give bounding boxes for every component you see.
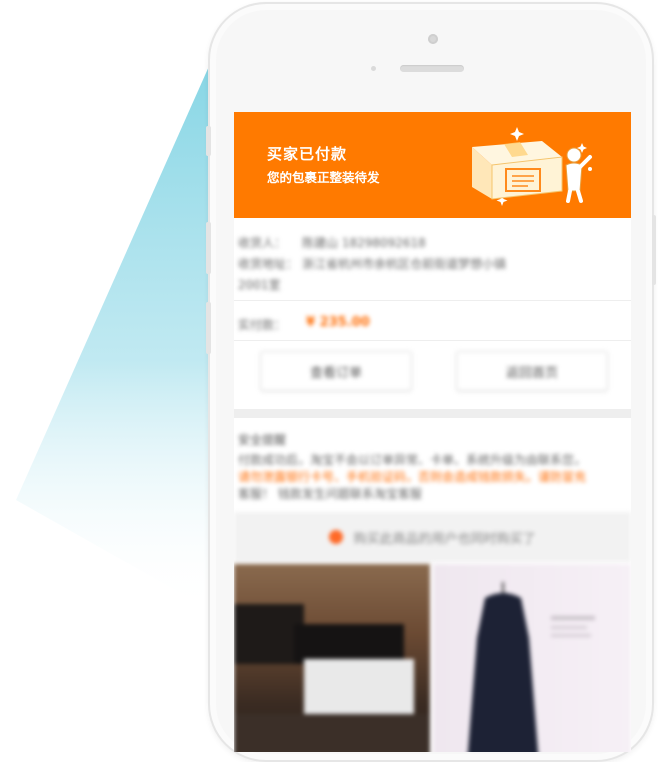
recommendation-text: 购买此商品的用户也同时购买了: [353, 531, 536, 547]
address-label: 收货地址：: [238, 257, 299, 271]
address-value-cont: 2001室: [238, 278, 281, 292]
receiver-value: 陈建山 18298092618: [302, 236, 426, 250]
notice-line-3: 客服！ 钱款发生问题联系淘宝客服: [238, 487, 422, 501]
product-photo-handbags: [234, 604, 430, 752]
product-image[interactable]: [433, 564, 631, 752]
phone-volume-up: [206, 222, 211, 274]
divider: [234, 340, 631, 341]
proximity-sensor: [371, 66, 376, 71]
view-order-button[interactable]: 查看订单: [260, 351, 412, 391]
app-screen: 买家已付款 您的包裹正整装待发 收货人： 陈建山 18298092618 收货地…: [234, 112, 631, 752]
notice-line-1: 付款成功后，淘宝不会以订单异常、卡单、系统升级为由联系您，: [238, 453, 587, 467]
banner-title: 买家已付款: [267, 145, 348, 163]
product-image[interactable]: [234, 564, 430, 752]
notice-heading: 安全提醒: [238, 433, 287, 447]
paid-label: 实付款：: [238, 318, 287, 332]
section-gap: [234, 409, 631, 418]
phone-mute-switch: [206, 126, 211, 156]
banner-subtitle: 您的包裹正整装待发: [267, 170, 380, 185]
divider: [234, 300, 631, 301]
receiver-label: 收货人：: [238, 236, 287, 250]
heart-icon: [329, 530, 344, 544]
back-home-button[interactable]: 返回首页: [456, 351, 608, 391]
payment-status-banner: 买家已付款 您的包裹正整装待发: [234, 112, 631, 218]
earpiece-speaker: [400, 65, 464, 72]
product-photo-dress: [467, 582, 595, 752]
address-value: 浙江省杭州市余杭区仓前街道梦想小镇: [302, 257, 507, 271]
front-camera: [428, 34, 438, 44]
phone-volume-down: [206, 302, 211, 354]
recommendation-header: 购买此商品的用户也同时购买了: [234, 512, 631, 562]
paid-value: ¥ 235.00: [306, 315, 370, 330]
phone-power-button: [652, 215, 656, 285]
package-illustration-icon: [472, 127, 592, 206]
notice-line-2: 请勿泄露银行卡号、手机验证码，否则会造成钱款损失。谨防冒充: [238, 470, 587, 484]
